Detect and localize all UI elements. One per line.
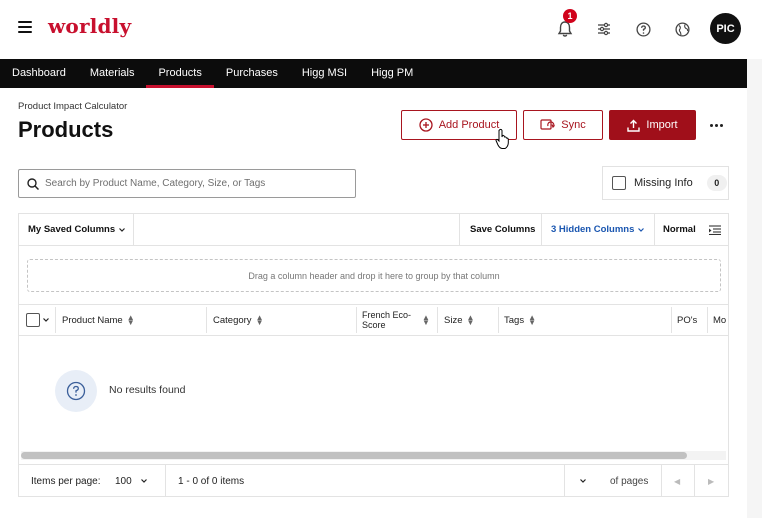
search-input[interactable] bbox=[45, 171, 345, 196]
help-circle-icon bbox=[55, 370, 97, 412]
breadcrumb: Product Impact Calculator bbox=[18, 101, 128, 112]
hidden-columns-dropdown[interactable]: 3 Hidden Columns bbox=[551, 214, 645, 245]
column-label: Category bbox=[213, 314, 252, 326]
nav-item-higg-pm[interactable]: Higg PM bbox=[359, 59, 425, 88]
add-product-label: Add Product bbox=[438, 119, 500, 131]
hidden-columns-label: 3 Hidden Columns bbox=[551, 224, 635, 235]
column-label: PO's bbox=[677, 314, 698, 326]
pager-range: 1 - 0 of 0 items bbox=[178, 475, 245, 487]
page-scrollbar[interactable] bbox=[747, 59, 762, 518]
sort-icon: ▲ ▼ bbox=[528, 313, 536, 327]
group-drop-zone[interactable]: Drag a column header and drop it here to… bbox=[27, 259, 721, 292]
nav-item-higg-msi[interactable]: Higg MSI bbox=[290, 59, 359, 88]
chevron-down-icon bbox=[119, 227, 126, 232]
prev-page-icon[interactable]: ◀ bbox=[674, 465, 680, 497]
upload-icon bbox=[627, 119, 641, 132]
chevron-down-icon bbox=[580, 479, 586, 483]
horizontal-scrollbar[interactable] bbox=[21, 451, 726, 460]
nav-item-products[interactable]: Products bbox=[146, 59, 215, 88]
sync-label: Sync bbox=[561, 119, 586, 131]
grid-header-row: Product Name ▲ ▼ Category ▲ ▼ French Eco-Sco… bbox=[19, 304, 728, 336]
next-page-icon[interactable]: ▶ bbox=[708, 465, 714, 497]
page-select[interactable] bbox=[566, 465, 600, 497]
saved-columns-label: My Saved Columns bbox=[28, 224, 116, 235]
search-box bbox=[18, 169, 356, 198]
column-header-product-name[interactable]: Product Name ▲ ▼ bbox=[56, 305, 135, 335]
save-columns-button[interactable]: Save Columns bbox=[470, 214, 535, 245]
sort-icon: ▲ ▼ bbox=[466, 313, 475, 327]
scrollbar-thumb[interactable] bbox=[21, 452, 687, 459]
density-icon bbox=[708, 224, 721, 235]
of-pages-label: of pages bbox=[610, 475, 649, 487]
hand-cursor-icon bbox=[495, 128, 509, 149]
missing-info-checkbox[interactable] bbox=[612, 176, 626, 190]
sort-icon: ▲ ▼ bbox=[255, 313, 264, 327]
page-title: Products bbox=[18, 117, 114, 142]
top-bar: worldly 1 PIC bbox=[0, 0, 762, 59]
menu-icon[interactable] bbox=[18, 21, 32, 35]
missing-info-count: 0 bbox=[706, 175, 727, 191]
column-label: Tags bbox=[504, 314, 525, 326]
items-per-page-label: Items per page: bbox=[31, 475, 101, 487]
avatar[interactable]: PIC bbox=[710, 13, 741, 44]
filters-icon[interactable] bbox=[593, 18, 615, 40]
missing-info-filter: Missing Info 0 bbox=[602, 166, 729, 200]
column-header-size[interactable]: Size ▲ ▼ bbox=[438, 305, 474, 335]
empty-state-message: No results found bbox=[109, 384, 186, 396]
products-grid: My Saved Columns Save Columns 3 Hidden C… bbox=[18, 213, 729, 497]
column-header-mo[interactable]: Mo bbox=[707, 305, 728, 335]
column-label: Mo bbox=[713, 314, 727, 326]
column-header-tags[interactable]: Tags ▲ ▼ bbox=[498, 305, 536, 335]
column-label: Size bbox=[444, 314, 463, 326]
pager: Items per page: 100 1 - 0 of 0 items of … bbox=[19, 464, 728, 497]
sync-button[interactable]: Sync bbox=[523, 110, 603, 140]
nav-item-dashboard[interactable]: Dashboard bbox=[0, 59, 78, 88]
chevron-down-icon bbox=[43, 318, 49, 322]
search-icon bbox=[27, 177, 39, 190]
column-header-french-eco-score[interactable]: French Eco-Score ▲ ▼ bbox=[356, 305, 436, 335]
sort-icon: ▲ ▼ bbox=[126, 313, 135, 327]
column-header-category[interactable]: Category ▲ ▼ bbox=[207, 305, 263, 335]
column-header-pos[interactable]: PO's bbox=[671, 305, 697, 335]
main-nav: Dashboard Materials Products Purchases H… bbox=[0, 59, 747, 88]
saved-columns-dropdown[interactable]: My Saved Columns bbox=[28, 214, 126, 245]
density-label: Normal bbox=[663, 224, 696, 235]
sort-icon: ▲ ▼ bbox=[422, 313, 430, 327]
chevron-down-icon bbox=[140, 479, 147, 483]
missing-info-label: Missing Info bbox=[634, 177, 693, 189]
import-label: Import bbox=[646, 119, 678, 131]
plus-circle-icon bbox=[419, 118, 433, 132]
nav-item-purchases[interactable]: Purchases bbox=[214, 59, 290, 88]
items-per-page-select[interactable]: 100 bbox=[115, 465, 148, 497]
column-label: Product Name bbox=[62, 314, 123, 326]
sync-icon bbox=[540, 119, 556, 130]
column-label: French Eco-Score bbox=[362, 310, 412, 330]
notification-badge: 1 bbox=[563, 9, 577, 23]
items-per-page-value: 100 bbox=[115, 475, 132, 487]
nav-item-materials[interactable]: Materials bbox=[78, 59, 147, 88]
notification-bell-icon[interactable]: 1 bbox=[554, 9, 577, 40]
chevron-down-icon bbox=[638, 227, 645, 232]
select-all-checkbox[interactable] bbox=[26, 313, 40, 327]
more-options-icon[interactable] bbox=[706, 117, 726, 133]
globe-icon[interactable] bbox=[671, 18, 693, 40]
grid-toolbar: My Saved Columns Save Columns 3 Hidden C… bbox=[19, 214, 728, 246]
select-all-control[interactable] bbox=[19, 305, 55, 335]
help-icon[interactable] bbox=[632, 18, 654, 40]
logo[interactable]: worldly bbox=[48, 14, 131, 38]
import-button[interactable]: Import bbox=[609, 110, 696, 140]
density-toggle[interactable]: Normal bbox=[663, 214, 721, 245]
